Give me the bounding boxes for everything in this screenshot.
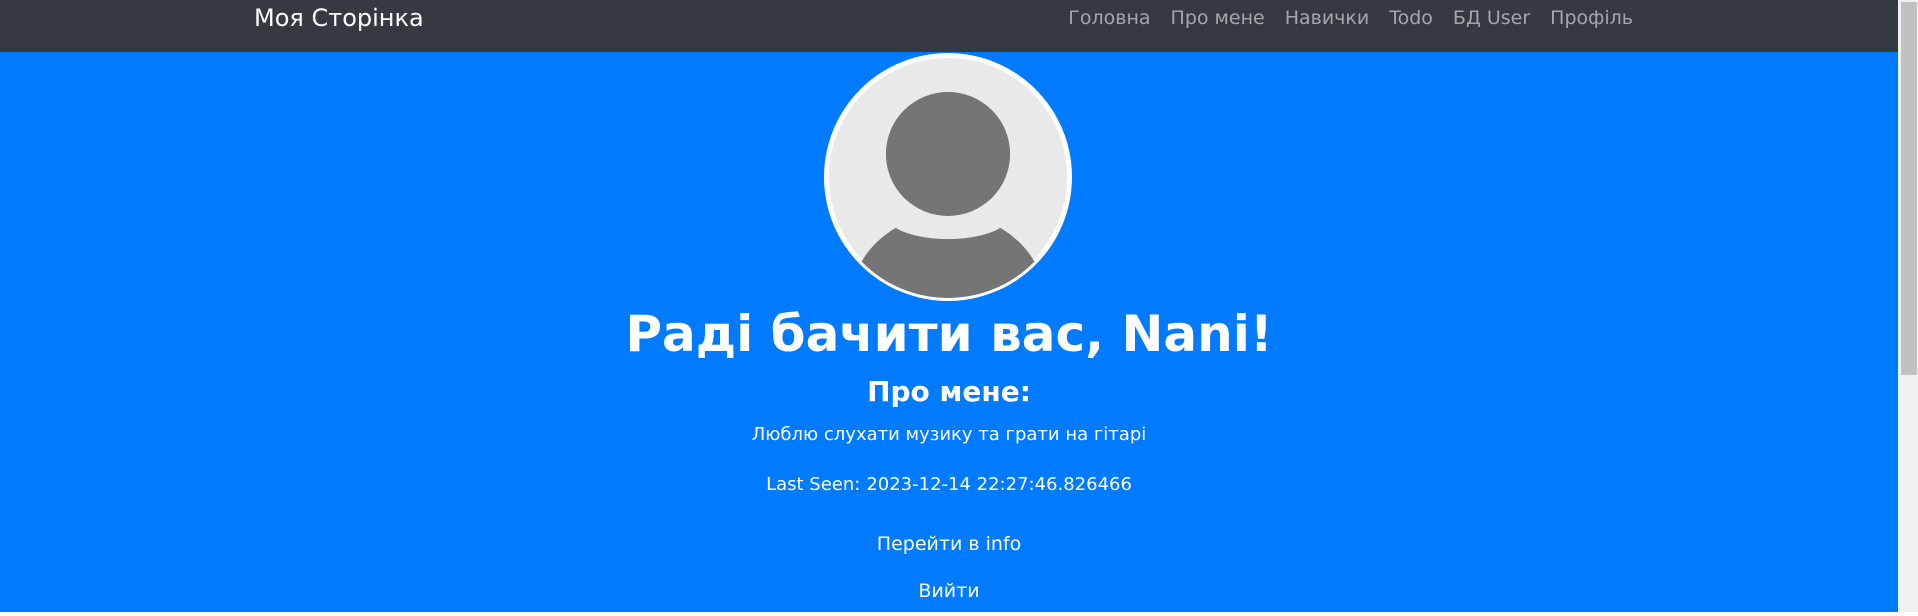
navbar-brand[interactable]: Моя Сторінка xyxy=(254,4,424,32)
last-seen-label: Last Seen: xyxy=(766,474,861,495)
nav-link-db-user[interactable]: БД User xyxy=(1443,4,1540,32)
go-to-info-link[interactable]: Перейти в info xyxy=(877,533,1021,555)
last-seen-value: 2023-12-14 22:27:46.826466 xyxy=(866,474,1132,495)
scrollbar-thumb[interactable] xyxy=(1901,2,1917,375)
logout-link-container: Вийти xyxy=(0,577,1898,605)
nav-links: Головна Про мене Навички Todo БД User Пр… xyxy=(1058,4,1633,32)
navbar: Моя Сторінка Головна Про мене Навички To… xyxy=(0,0,1898,52)
bottom-strip xyxy=(0,612,1918,616)
nav-link-about[interactable]: Про мене xyxy=(1161,4,1275,32)
last-seen: Last Seen: 2023-12-14 22:27:46.826466 xyxy=(0,471,1898,499)
nav-link-profile[interactable]: Профіль xyxy=(1540,4,1633,32)
about-heading: Про мене: xyxy=(867,375,1031,408)
nav-link-todo[interactable]: Todo xyxy=(1379,4,1443,32)
logout-link[interactable]: Вийти xyxy=(918,580,979,602)
greeting-heading: Раді бачити вас, Nani! xyxy=(625,305,1273,363)
info-link-container: Перейти в info xyxy=(0,530,1898,558)
nav-link-home[interactable]: Головна xyxy=(1058,4,1160,32)
nav-link-skills[interactable]: Навички xyxy=(1275,4,1380,32)
about-text: Люблю слухати музику та грати на гітарі xyxy=(751,424,1147,445)
user-placeholder-icon xyxy=(824,53,1072,301)
